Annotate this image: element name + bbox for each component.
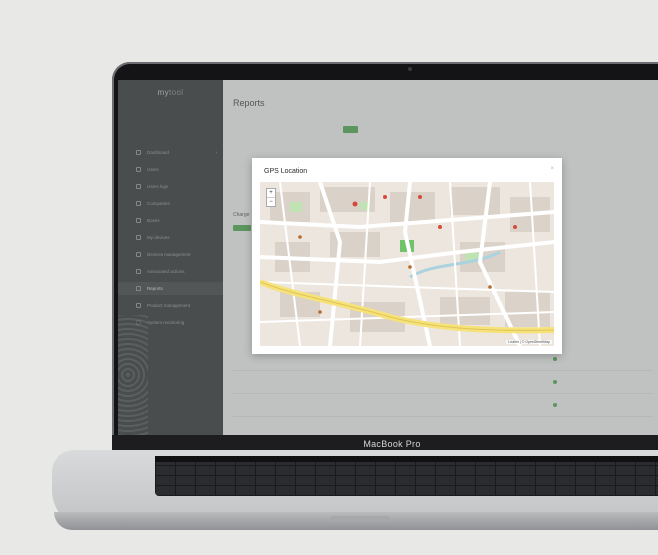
laptop-base-edge xyxy=(54,512,658,530)
brand-label: MacBook Pro xyxy=(363,439,421,449)
touch-bar xyxy=(155,456,658,462)
map-tiles xyxy=(260,182,554,346)
modal-title: GPS Location xyxy=(264,168,308,175)
keyboard xyxy=(155,456,658,496)
zoom-control: + − xyxy=(266,188,276,207)
map-attribution[interactable]: Leaflet | © OpenStreetMap xyxy=(506,340,552,344)
zoom-out-button[interactable]: − xyxy=(267,197,275,206)
gps-map[interactable]: + − Leaflet | © OpenStreetMap xyxy=(260,182,554,346)
zoom-in-button[interactable]: + xyxy=(267,189,275,197)
screen: mytool Dashboard › Users Users logs Companie… xyxy=(118,80,658,435)
camera-icon xyxy=(408,67,412,71)
gps-location-modal: GPS Location × + − Leaflet | © OpenStree… xyxy=(252,158,562,354)
close-icon[interactable]: × xyxy=(550,166,554,172)
lid-notch xyxy=(330,516,390,521)
